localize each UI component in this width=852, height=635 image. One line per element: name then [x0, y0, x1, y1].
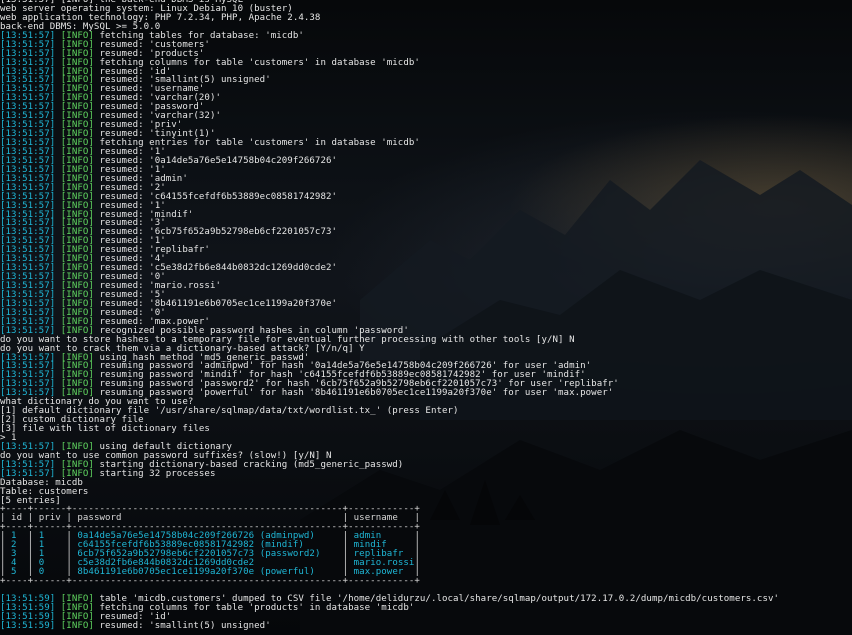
log-timestamp: [13:51:59]: [0, 620, 56, 631]
log-message: starting 32 processes: [93, 468, 216, 479]
log-level-tag: [INFO]: [60, 620, 94, 631]
table-border-bottom: +----+------+---------------------------…: [0, 575, 420, 586]
dictionary-option: [3] file with list of dictionary files: [0, 424, 210, 434]
log-line: [13:51:57] [INFO] starting 32 processes: [0, 468, 852, 479]
terminal-output: [13:51:57] [INFO] the back-end DBMS is M…: [0, 0, 852, 631]
log-line: [13:51:59] [INFO] resumed: 'smallint(5) …: [0, 620, 852, 631]
log-message: resumed: 'smallint(5) unsigned': [93, 620, 271, 631]
database-name: Database: micdb: [0, 477, 83, 488]
terminal-window[interactable]: [13:51:57] [INFO] the back-end DBMS is M…: [0, 0, 852, 635]
table-name: Table: customers: [0, 486, 89, 497]
